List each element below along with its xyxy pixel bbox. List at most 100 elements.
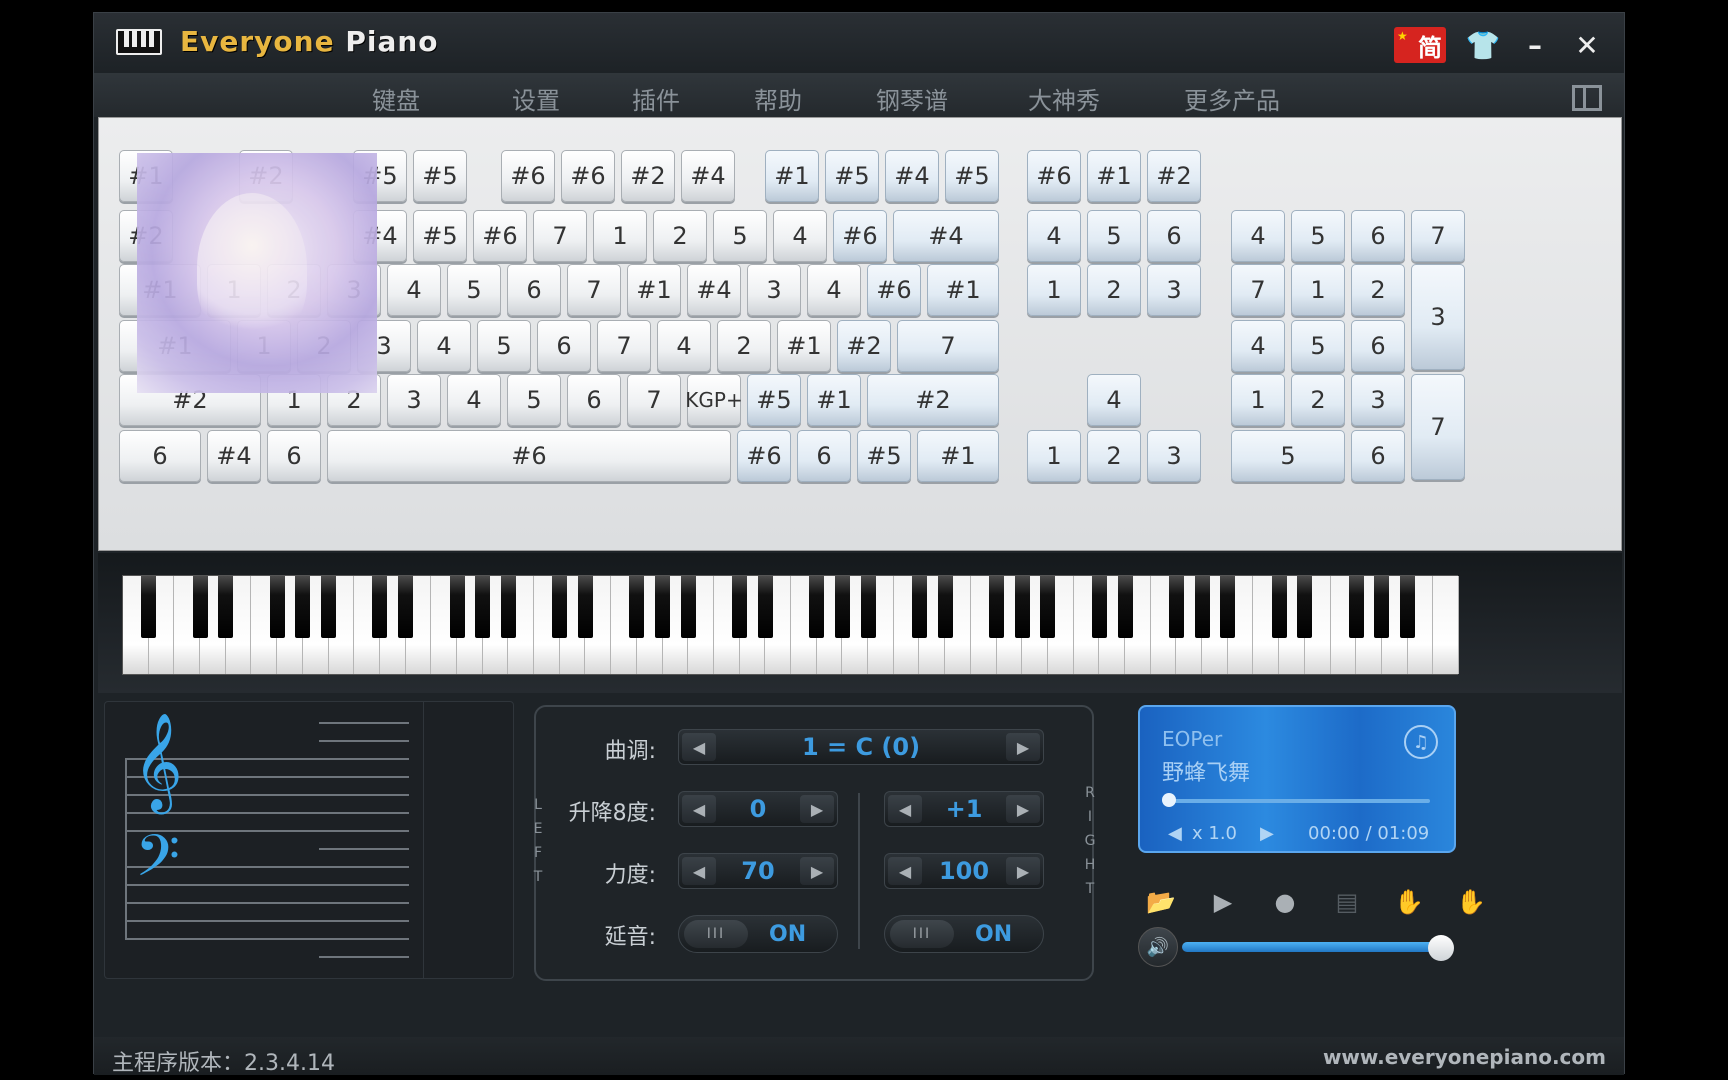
key[interactable]: 3 — [747, 264, 801, 316]
right-velocity-down-button[interactable]: ◀ — [888, 857, 922, 885]
black-key[interactable] — [680, 576, 696, 638]
progress-knob[interactable] — [1162, 793, 1176, 807]
key[interactable]: 1 — [593, 210, 647, 262]
menu-showcase[interactable]: 大神秀 — [1028, 81, 1100, 116]
left-sustain-toggle[interactable]: III ON — [678, 915, 838, 953]
black-key[interactable] — [937, 576, 953, 638]
piano-keyboard[interactable] — [122, 575, 1459, 675]
menu-keyboard[interactable]: 键盘 — [372, 81, 420, 116]
key[interactable]: 3 — [387, 374, 441, 426]
key[interactable]: 7 — [897, 320, 999, 372]
speaker-icon[interactable]: 🔊 — [1138, 927, 1178, 967]
black-key[interactable] — [321, 576, 337, 638]
space-key[interactable]: #6 — [327, 430, 731, 482]
key[interactable]: 3 — [1411, 264, 1465, 370]
website-link[interactable]: www.everyonepiano.com — [1323, 1045, 1606, 1069]
black-key[interactable] — [655, 576, 671, 638]
black-key[interactable] — [577, 576, 593, 638]
key[interactable]: 2 — [1087, 264, 1141, 316]
white-key[interactable] — [1433, 576, 1459, 674]
key-prev-button[interactable]: ◀ — [682, 733, 716, 761]
key[interactable]: 5 — [713, 210, 767, 262]
key[interactable]: 1 — [1231, 374, 1285, 426]
black-key[interactable] — [141, 576, 157, 638]
kgp-plus-key[interactable]: KGP+ — [685, 374, 743, 426]
right-octave-spinner[interactable]: ◀ +1 ▶ — [884, 791, 1044, 827]
black-key[interactable] — [475, 576, 491, 638]
key[interactable]: #4 — [207, 430, 261, 482]
right-octave-up-button[interactable]: ▶ — [1006, 795, 1040, 823]
key[interactable]: #5 — [825, 150, 879, 202]
key[interactable]: 2 — [717, 320, 771, 372]
black-key[interactable] — [295, 576, 311, 638]
key[interactable]: #1 — [765, 150, 819, 202]
key[interactable]: 1 — [1291, 264, 1345, 316]
black-key[interactable] — [1374, 576, 1390, 638]
left-velocity-up-button[interactable]: ▶ — [800, 857, 834, 885]
menu-help[interactable]: 帮助 — [754, 81, 802, 116]
black-key[interactable] — [911, 576, 927, 638]
left-octave-spinner[interactable]: ◀ 0 ▶ — [678, 791, 838, 827]
key[interactable]: 6 — [797, 430, 851, 482]
key[interactable]: 6 — [1351, 210, 1405, 262]
music-note-icon[interactable]: ♫ — [1404, 725, 1438, 759]
key[interactable]: 4 — [447, 374, 501, 426]
key[interactable]: 5 — [1291, 210, 1345, 262]
right-octave-down-button[interactable]: ◀ — [888, 795, 922, 823]
black-key[interactable] — [1400, 576, 1416, 638]
menu-more-products[interactable]: 更多产品 — [1184, 81, 1280, 116]
black-key[interactable] — [1297, 576, 1313, 638]
key[interactable]: #2 — [867, 374, 999, 426]
key[interactable]: 5 — [1291, 320, 1345, 372]
speed-up-icon[interactable]: ▶ — [1260, 823, 1274, 844]
key[interactable]: 6 — [119, 430, 201, 482]
key[interactable]: 2 — [1291, 374, 1345, 426]
key[interactable]: #6 — [1027, 150, 1081, 202]
key[interactable]: 6 — [567, 374, 621, 426]
right-velocity-up-button[interactable]: ▶ — [1006, 857, 1040, 885]
key[interactable]: #1 — [917, 430, 999, 482]
skin-icon[interactable]: 👕 — [1466, 29, 1501, 62]
key[interactable]: #6 — [867, 264, 921, 316]
black-key[interactable] — [809, 576, 825, 638]
key[interactable]: 7 — [567, 264, 621, 316]
key[interactable]: #6 — [501, 150, 555, 202]
black-key[interactable] — [552, 576, 568, 638]
menu-sheet-music[interactable]: 钢琴谱 — [876, 81, 948, 116]
key[interactable]: #1 — [1087, 150, 1141, 202]
play-icon[interactable]: ▶ — [1206, 885, 1240, 919]
black-key[interactable] — [218, 576, 234, 638]
key[interactable]: 3 — [1147, 264, 1201, 316]
key[interactable]: 4 — [387, 264, 441, 316]
key[interactable]: #6 — [833, 210, 887, 262]
black-key[interactable] — [1194, 576, 1210, 638]
black-key[interactable] — [1168, 576, 1184, 638]
left-octave-down-button[interactable]: ◀ — [682, 795, 716, 823]
key[interactable]: #2 — [837, 320, 891, 372]
key[interactable]: #6 — [561, 150, 615, 202]
score-icon[interactable]: ▤ — [1330, 885, 1364, 919]
right-sustain-toggle[interactable]: III ON — [884, 915, 1044, 953]
black-key[interactable] — [1271, 576, 1287, 638]
key[interactable]: #1 — [927, 264, 999, 316]
key[interactable]: #2 — [1147, 150, 1201, 202]
menu-settings[interactable]: 设置 — [512, 81, 560, 116]
left-velocity-down-button[interactable]: ◀ — [682, 857, 716, 885]
key[interactable]: 5 — [507, 374, 561, 426]
key[interactable]: 2 — [653, 210, 707, 262]
key[interactable]: #6 — [473, 210, 527, 262]
key[interactable]: 7 — [533, 210, 587, 262]
black-key[interactable] — [834, 576, 850, 638]
key[interactable]: 6 — [507, 264, 561, 316]
key[interactable]: #4 — [687, 264, 741, 316]
key[interactable]: #5 — [945, 150, 999, 202]
key[interactable]: 4 — [1231, 210, 1285, 262]
menu-plugins[interactable]: 插件 — [632, 81, 680, 116]
black-key[interactable] — [1040, 576, 1056, 638]
key[interactable]: #1 — [627, 264, 681, 316]
key[interactable]: 7 — [597, 320, 651, 372]
record-icon[interactable]: ● — [1268, 885, 1302, 919]
key[interactable]: 5 — [1087, 210, 1141, 262]
key[interactable]: 4 — [417, 320, 471, 372]
key[interactable]: 4 — [1231, 320, 1285, 372]
